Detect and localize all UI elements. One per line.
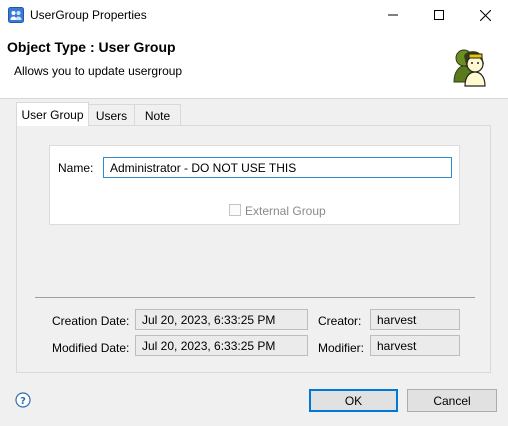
modifier-label: Modifier: bbox=[318, 341, 365, 355]
maximize-icon bbox=[434, 10, 444, 20]
modifier-field: harvest bbox=[370, 335, 460, 356]
window-title: UserGroup Properties bbox=[30, 8, 147, 22]
tab-user-group[interactable]: User Group bbox=[16, 102, 89, 126]
tab-users[interactable]: Users bbox=[88, 104, 135, 125]
creation-date-label: Creation Date: bbox=[52, 314, 130, 328]
maximize-button[interactable] bbox=[416, 0, 462, 30]
external-group-checkbox[interactable] bbox=[229, 204, 241, 216]
user-group-icon bbox=[450, 44, 494, 88]
creation-date-field: Jul 20, 2023, 6:33:25 PM bbox=[135, 309, 308, 330]
ok-button[interactable]: OK bbox=[309, 389, 398, 412]
close-button[interactable] bbox=[462, 0, 508, 30]
separator bbox=[35, 297, 475, 298]
app-icon bbox=[8, 7, 24, 23]
svg-text:?: ? bbox=[20, 396, 26, 407]
object-description: Allows you to update usergroup bbox=[14, 64, 183, 78]
help-icon[interactable]: ? bbox=[15, 392, 31, 408]
external-group-label: External Group bbox=[245, 204, 326, 218]
name-input[interactable]: Administrator - DO NOT USE THIS bbox=[103, 157, 452, 178]
creator-label: Creator: bbox=[318, 314, 362, 328]
object-type-title: Object Type : User Group bbox=[7, 39, 176, 55]
cancel-button[interactable]: Cancel bbox=[407, 389, 497, 412]
close-icon bbox=[479, 9, 491, 21]
minimize-icon bbox=[388, 14, 398, 16]
name-label: Name: bbox=[58, 161, 94, 175]
modified-date-field: Jul 20, 2023, 6:33:25 PM bbox=[135, 335, 308, 356]
modified-date-label: Modified Date: bbox=[52, 341, 130, 355]
tab-note[interactable]: Note bbox=[134, 104, 181, 125]
minimize-button[interactable] bbox=[370, 0, 416, 30]
creator-field: harvest bbox=[370, 309, 460, 330]
